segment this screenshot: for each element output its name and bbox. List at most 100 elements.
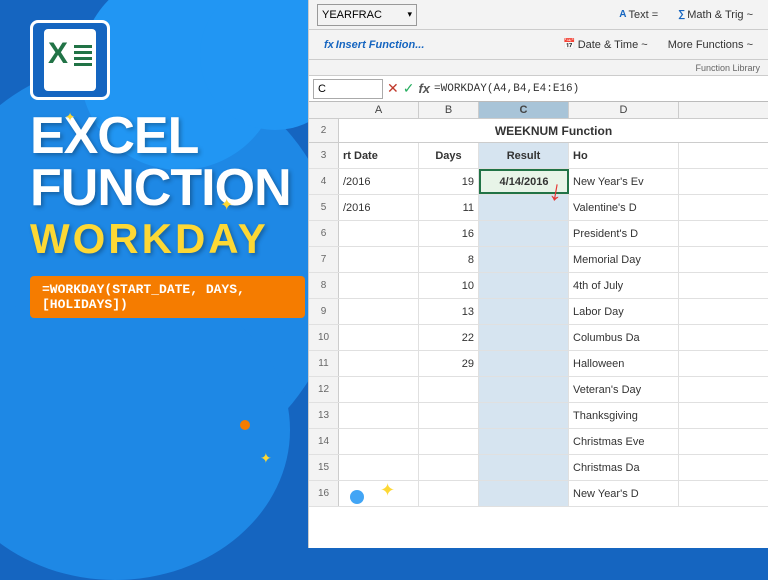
formula-bar: C ✕ ✓ fx — [309, 76, 768, 102]
cell-a[interactable] — [339, 221, 419, 246]
cell-c[interactable] — [479, 299, 569, 324]
formula-icons: ✕ ✓ — [387, 80, 414, 97]
dot-blue — [350, 490, 364, 504]
table-row: 7 8 Memorial Day — [309, 247, 768, 273]
merged-header-row: 2 WEEKNUM Function — [309, 119, 768, 143]
cell-c[interactable] — [479, 325, 569, 350]
col-headers: A B C D — [309, 102, 768, 119]
cell-d[interactable]: Memorial Day — [569, 247, 679, 272]
cell-c[interactable] — [479, 481, 569, 506]
cell-b[interactable] — [419, 455, 479, 480]
name-box[interactable]: YEARFRAC ▾ — [317, 4, 417, 26]
star-icon-2: ✦ — [65, 110, 75, 124]
table-row: 4 /2016 19 4/14/2016 New Year's Ev — [309, 169, 768, 195]
cell-d[interactable]: Labor Day — [569, 299, 679, 324]
name-box-dropdown-icon: ▾ — [407, 9, 412, 20]
cell-b[interactable]: 8 — [419, 247, 479, 272]
cell-a[interactable]: /2016 — [339, 169, 419, 194]
cell-d[interactable]: Halloween — [569, 351, 679, 376]
math-trig-label: Math & Trig ~ — [687, 9, 753, 21]
cell-a[interactable] — [339, 403, 419, 428]
cell-c[interactable] — [479, 377, 569, 402]
cell-c[interactable] — [479, 403, 569, 428]
left-panel: X EXCEL FUNCTION WORKDAY =WORKDAY(START_… — [0, 0, 330, 548]
cell-a[interactable] — [339, 377, 419, 402]
cell-d[interactable]: President's D — [569, 221, 679, 246]
cell-b[interactable]: 16 — [419, 221, 479, 246]
title-function: FUNCTION — [30, 162, 305, 214]
col-header-a: A — [339, 102, 419, 118]
cell-c[interactable]: Result — [479, 143, 569, 168]
name-box-value: YEARFRAC — [322, 9, 382, 21]
cell-c[interactable] — [479, 429, 569, 454]
merged-header: WEEKNUM Function — [339, 119, 768, 142]
cell-b[interactable]: 29 — [419, 351, 479, 376]
dot-orange — [240, 420, 250, 430]
cell-a[interactable]: rt Date — [339, 143, 419, 168]
cell-b[interactable]: 10 — [419, 273, 479, 298]
cell-a[interactable] — [339, 351, 419, 376]
cell-d[interactable]: Thanksgiving — [569, 403, 679, 428]
cell-d[interactable]: Columbus Da — [569, 325, 679, 350]
cell-d[interactable]: Ho — [569, 143, 679, 168]
cell-b[interactable] — [419, 429, 479, 454]
more-functions-button[interactable]: More Functions ~ — [661, 36, 760, 54]
cell-c[interactable] — [479, 273, 569, 298]
cancel-icon[interactable]: ✕ — [387, 80, 399, 97]
cell-c[interactable] — [479, 221, 569, 246]
table-row: 8 10 4th of July — [309, 273, 768, 299]
excel-area: YEARFRAC ▾ A Text = ∑ Math & Trig ~ fx I… — [308, 0, 768, 548]
date-time-button[interactable]: 📅 Date & Time ~ — [556, 36, 654, 54]
cell-a[interactable] — [339, 429, 419, 454]
table-row: 11 29 Halloween — [309, 351, 768, 377]
function-library-text: Function Library — [695, 63, 760, 73]
cell-a[interactable] — [339, 273, 419, 298]
table-row: 9 13 Labor Day — [309, 299, 768, 325]
cell-a[interactable] — [339, 455, 419, 480]
cell-a[interactable] — [339, 325, 419, 350]
star-icon-3: ✦ — [260, 450, 272, 467]
cell-b[interactable]: 22 — [419, 325, 479, 350]
table-row: 10 22 Columbus Da — [309, 325, 768, 351]
cell-c[interactable] — [479, 455, 569, 480]
cell-b[interactable] — [419, 377, 479, 402]
insert-function-button[interactable]: fx Insert Function... — [317, 36, 431, 54]
cell-d[interactable]: Christmas Da — [569, 455, 679, 480]
confirm-icon[interactable]: ✓ — [403, 80, 415, 97]
insert-function-label: Insert Function... — [336, 39, 425, 51]
col-header-c: C — [479, 102, 569, 118]
cell-d[interactable]: Valentine's D — [569, 195, 679, 220]
cell-d[interactable]: Christmas Eve — [569, 429, 679, 454]
cell-b[interactable]: 11 — [419, 195, 479, 220]
formula-syntax: =WORKDAY(START_DATE, DAYS, [HOLIDAYS]) — [30, 276, 305, 318]
cell-b[interactable]: 13 — [419, 299, 479, 324]
star-icon-1: ✦ — [220, 195, 233, 215]
col-header-b: B — [419, 102, 479, 118]
fx-formula-icon: fx — [418, 81, 430, 96]
cell-d[interactable]: New Year's Ev — [569, 169, 679, 194]
cell-c[interactable] — [479, 351, 569, 376]
math-trig-button[interactable]: ∑ Math & Trig ~ — [671, 6, 760, 24]
cell-d[interactable]: Veteran's Day — [569, 377, 679, 402]
cell-d[interactable]: 4th of July — [569, 273, 679, 298]
formula-input[interactable] — [434, 79, 764, 99]
cell-b[interactable] — [419, 403, 479, 428]
spreadsheet: 3 rt Date Days Result Ho 4 /2016 19 4/14… — [309, 143, 768, 507]
cell-b[interactable]: 19 — [419, 169, 479, 194]
table-row: 14 Christmas Eve — [309, 429, 768, 455]
function-library-label: Function Library — [309, 60, 768, 76]
cell-a[interactable]: /2016 — [339, 195, 419, 220]
cell-b[interactable]: Days — [419, 143, 479, 168]
table-row: 15 Christmas Da — [309, 455, 768, 481]
table-row: 6 16 President's D — [309, 221, 768, 247]
table-row: 16 New Year's D — [309, 481, 768, 507]
cell-c[interactable] — [479, 247, 569, 272]
cell-b[interactable] — [419, 481, 479, 506]
table-row: 5 /2016 11 Valentine's D — [309, 195, 768, 221]
more-functions-label: More Functions ~ — [668, 39, 753, 51]
cell-a[interactable] — [339, 299, 419, 324]
cell-a[interactable] — [339, 247, 419, 272]
table-row: 3 rt Date Days Result Ho — [309, 143, 768, 169]
cell-d[interactable]: New Year's D — [569, 481, 679, 506]
text-button[interactable]: A Text = — [612, 6, 665, 24]
